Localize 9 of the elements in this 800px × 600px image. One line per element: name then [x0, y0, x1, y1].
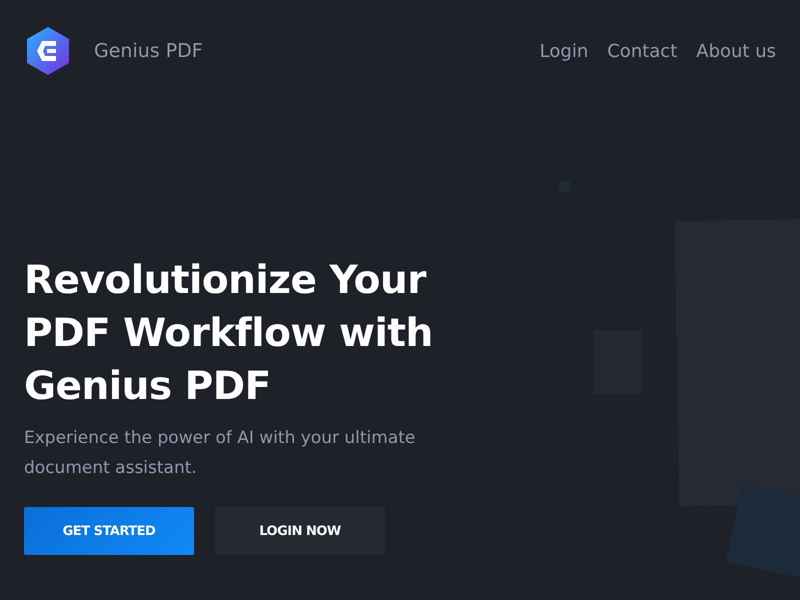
logo-icon — [26, 26, 70, 76]
nav-link[interactable]: About us — [696, 40, 776, 62]
hero-subtitle: Experience the power of AI with your ultimate document assistant. — [24, 427, 416, 480]
get-started-button[interactable]: GET STARTED — [24, 507, 194, 555]
brand-name: Genius PDF — [94, 40, 203, 62]
hero-title: Revolutionize Your PDF Workflow with Genius PDF — [24, 257, 434, 411]
login-button[interactable]: LOGIN NOW — [215, 507, 385, 555]
nav-link[interactable]: Login — [540, 40, 588, 62]
nav-link[interactable]: Contact — [607, 40, 678, 62]
